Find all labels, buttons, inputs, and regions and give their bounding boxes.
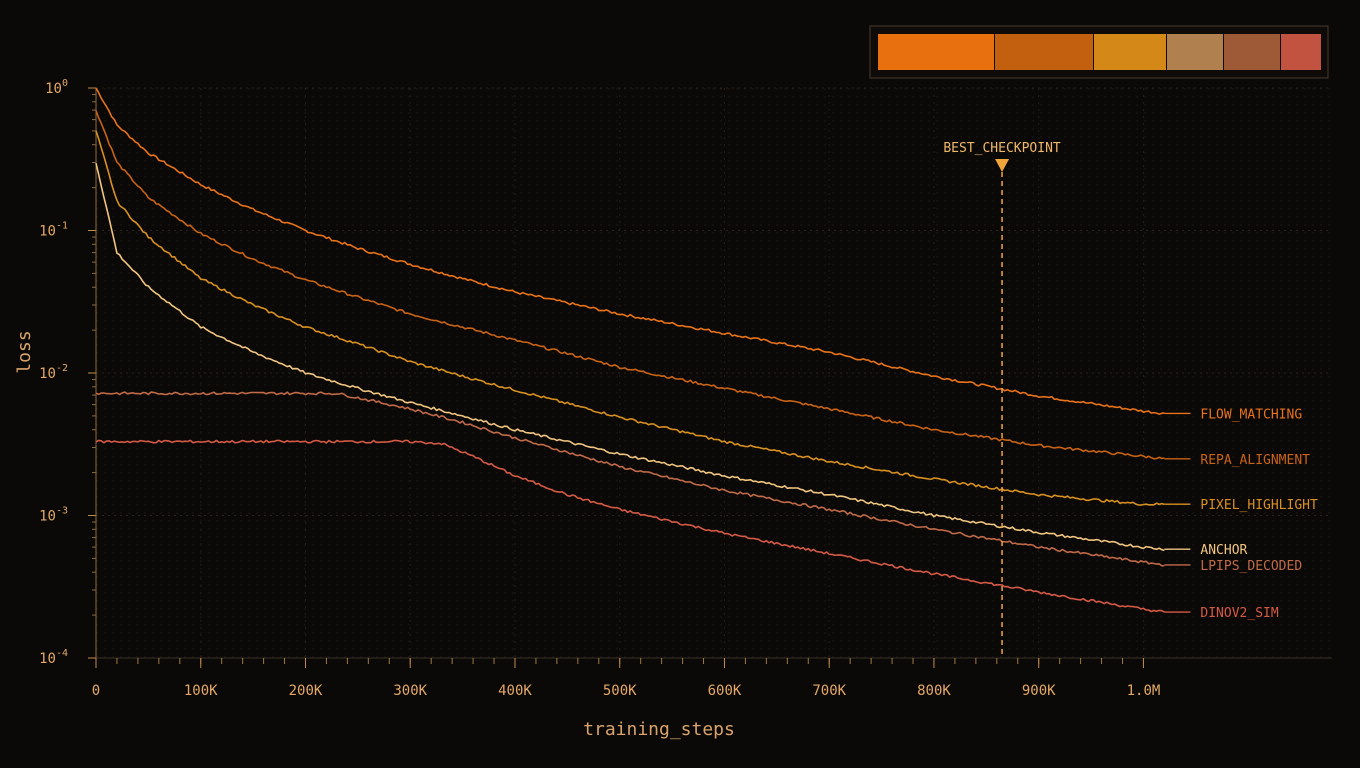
legend-swatch (1094, 34, 1166, 70)
x-tick-label: 700K (812, 683, 846, 699)
x-tick-label: 100K (184, 683, 218, 699)
y-tick-label: 10-2 (39, 363, 68, 382)
x-tick-label: 800K (917, 683, 951, 699)
x-tick-label: 900K (1022, 683, 1056, 699)
series-label-dinov2_sim: DINOV2_SIM (1200, 606, 1278, 621)
x-tick-label: 0 (92, 683, 100, 699)
y-axis-title: loss (14, 330, 35, 373)
series-label-pixel_highlight: PIXEL_HIGHLIGHT (1200, 498, 1318, 513)
series-label-lpips_decoded: LPIPS_DECODED (1200, 559, 1302, 574)
legend-swatch (878, 34, 994, 70)
chart-frame: 0 100K 200K 300K 400K 500K 600K 700K 800K 900K 1.0… (0, 0, 1360, 768)
y-tick-label: 10-3 (39, 506, 68, 525)
x-tick-label: 600K (708, 683, 742, 699)
x-axis-title: training_steps (583, 719, 735, 740)
legend-swatch (1224, 34, 1280, 70)
series-label-repa_alignment: REPA_ALIGNMENT (1200, 453, 1310, 468)
x-tick-label: 1.0M (1127, 683, 1161, 699)
legend-swatch (1281, 34, 1321, 70)
series-label-anchor: ANCHOR (1200, 543, 1247, 558)
x-tick-label: 200K (289, 683, 323, 699)
y-tick-label: 10-4 (39, 648, 68, 667)
x-tick-label: 400K (498, 683, 532, 699)
y-tick-label: 100 (45, 78, 68, 97)
legend-swatch (1167, 34, 1223, 70)
legend-swatch (995, 34, 1093, 70)
y-tick-label: 10-1 (39, 221, 68, 240)
x-tick-label: 300K (393, 683, 427, 699)
best-checkpoint-label: BEST_CHECKPOINT (943, 141, 1061, 156)
series-label-flow_matching: FLOW_MATCHING (1200, 407, 1302, 422)
loss-chart: 0 100K 200K 300K 400K 500K 600K 700K 800K 900K 1.0… (14, 25, 1332, 740)
legend-color-bar (869, 25, 1329, 79)
x-tick-label: 500K (603, 683, 637, 699)
grid (95, 87, 1332, 659)
